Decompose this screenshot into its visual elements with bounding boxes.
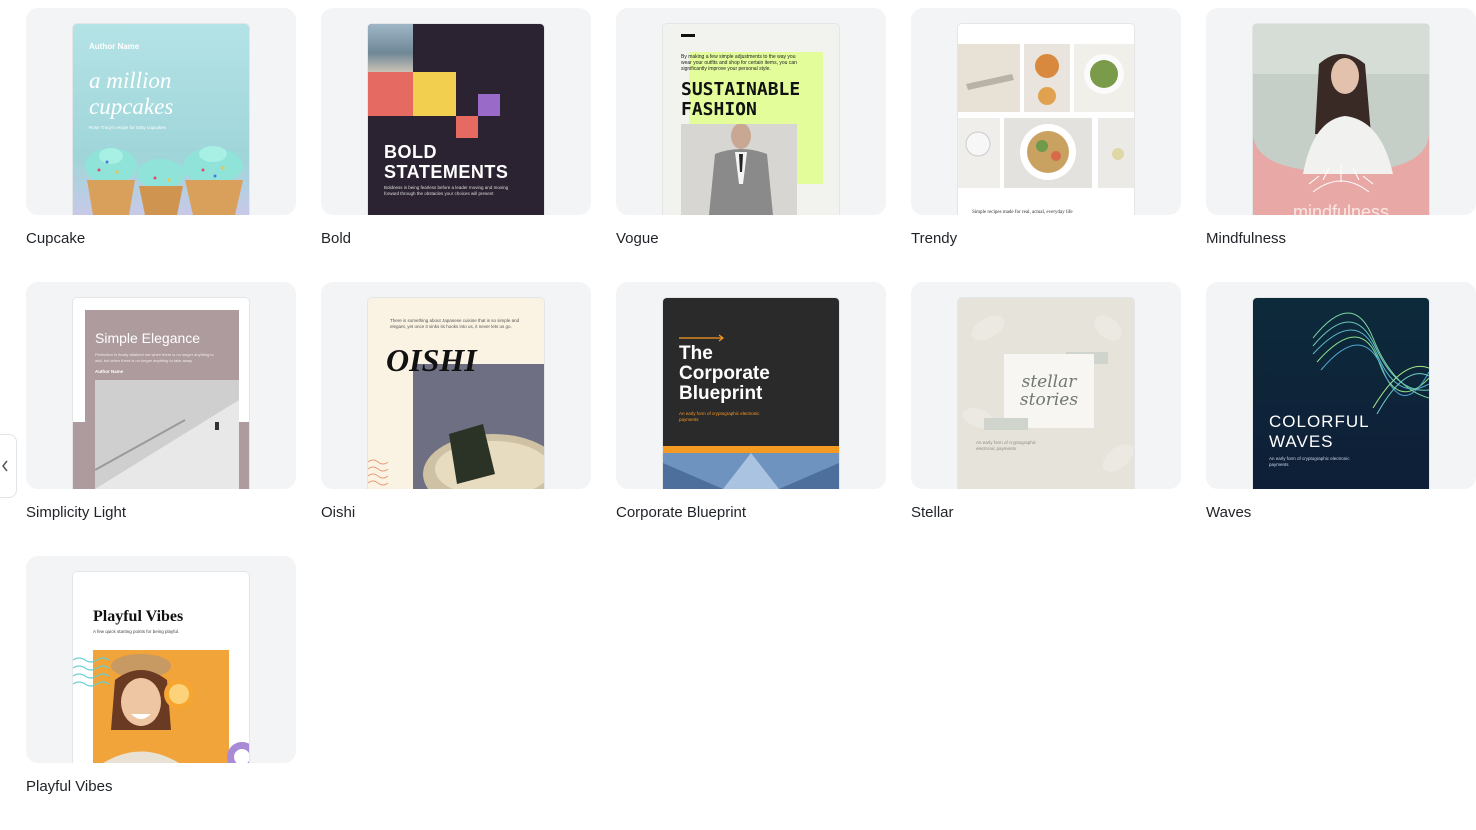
template-thumbnail[interactable]: The Corporate Blueprint An early form of…	[616, 282, 886, 489]
template-name: Vogue	[616, 230, 659, 247]
template-name: Playful Vibes	[26, 778, 113, 795]
template-name: Bold	[321, 230, 352, 247]
template-card-playful-vibes[interactable]: Playful Vibes A few quick starting point…	[26, 556, 296, 830]
template-name: Corporate Blueprint	[616, 504, 747, 521]
cover-subtitle: An early form of cryptographic electroni…	[679, 411, 760, 422]
cover-title-line1: SUSTAINABLE	[681, 79, 801, 100]
cover-title-line2: FASHION	[681, 99, 757, 120]
staircase-photo	[95, 380, 239, 489]
collapse-panel-button[interactable]	[0, 434, 17, 498]
template-name: Waves	[1206, 504, 1252, 521]
cover-title-line3: Blueprint	[679, 383, 763, 404]
cover-title-line2: Corporate	[679, 363, 770, 384]
stellar-cover: stellar stories An early form of cryptog…	[958, 298, 1134, 489]
dash-mark	[681, 34, 695, 37]
template-thumbnail[interactable]: Author Name a million cupcakes Rose Trac…	[26, 8, 296, 215]
bold-cover: BOLD STATEMENTS Boldness is being fearle…	[368, 24, 544, 215]
yoga-photo	[368, 24, 413, 72]
orange-stripe	[663, 446, 839, 453]
corporate-cover: The Corporate Blueprint An early form of…	[663, 298, 839, 489]
sage-bar-bottom	[984, 418, 1028, 430]
trendy-cover: Simple recipes made for real, actual, ev…	[958, 24, 1134, 215]
template-thumbnail[interactable]: Simple recipes made for real, actual, ev…	[911, 8, 1181, 215]
template-thumbnail[interactable]: mindfulness	[1206, 8, 1476, 215]
template-card-bold[interactable]: BOLD STATEMENTS Boldness is being fearle…	[321, 8, 591, 282]
template-card-trendy[interactable]: Simple recipes made for real, actual, ev…	[911, 8, 1181, 282]
cover-intro: By making a few simple adjustments to th…	[681, 54, 797, 73]
cover-intro: There is something about Japanese cuisin…	[390, 318, 520, 329]
purple-corner	[227, 742, 249, 763]
template-card-oishi[interactable]: There is something about Japanese cuisin…	[321, 282, 591, 556]
cover-title-line1: stellar	[1021, 372, 1077, 392]
cover-title-line1: BOLD	[384, 142, 437, 162]
template-thumbnail[interactable]: Playful Vibes A few quick starting point…	[26, 556, 296, 763]
yellow-block	[413, 72, 456, 116]
squiggle-pattern	[73, 657, 109, 687]
template-thumbnail[interactable]: By making a few simple adjustments to th…	[616, 8, 886, 215]
template-card-corporate-blueprint[interactable]: The Corporate Blueprint An early form of…	[616, 282, 886, 556]
cover-subtitle: Rose Tracy's recipe for tasty cupcakes	[89, 125, 166, 130]
playful-cover: Playful Vibes A few quick starting point…	[73, 572, 249, 763]
cover-title: Playful Vibes	[93, 608, 184, 625]
cover-title-line1: The	[679, 343, 713, 364]
cover-caption: Simple recipes made for real, actual, ev…	[972, 210, 1073, 215]
cover-title-line1: COLORFUL	[1269, 412, 1370, 431]
template-thumbnail[interactable]: There is something about Japanese cuisin…	[321, 282, 591, 489]
template-name: Cupcake	[26, 230, 86, 247]
model-photo	[681, 124, 797, 215]
template-thumbnail[interactable]: stellar stories An early form of cryptog…	[911, 282, 1181, 489]
woman-orange-photo	[93, 650, 229, 763]
waves-cover: COLORFUL WAVES An early form of cryptogr…	[1253, 298, 1429, 489]
cover-title-line2: WAVES	[1269, 432, 1334, 451]
coral-block	[368, 72, 413, 116]
template-name: Trendy	[911, 230, 958, 247]
arrow-line	[679, 334, 724, 342]
template-name: Simplicity Light	[26, 504, 127, 521]
template-thumbnail[interactable]: Simple Elegance Perfection is finally at…	[26, 282, 296, 489]
vogue-cover: By making a few simple adjustments to th…	[663, 24, 839, 215]
oishi-cover: There is something about Japanese cuisin…	[368, 298, 544, 489]
woman-photo	[1253, 24, 1429, 193]
template-thumbnail[interactable]: COLORFUL WAVES An early form of cryptogr…	[1206, 282, 1476, 489]
food-collage	[958, 44, 1134, 188]
template-name: Mindfulness	[1206, 230, 1287, 247]
simplicity-cover: Simple Elegance Perfection is finally at…	[73, 298, 249, 489]
cover-body: Perfection is finally attained not when …	[95, 352, 214, 363]
template-name: Stellar	[911, 504, 954, 521]
template-card-simplicity-light[interactable]: Simple Elegance Perfection is finally at…	[26, 282, 296, 556]
red-block	[456, 116, 478, 138]
template-name: Oishi	[321, 504, 356, 521]
cover-title-line2: cupcakes	[89, 94, 174, 119]
cover-author: Author Name	[89, 42, 140, 51]
cover-subtitle: An early form of cryptographic electroni…	[976, 440, 1037, 451]
cupcake-image	[85, 146, 243, 215]
template-card-stellar[interactable]: stellar stories An early form of cryptog…	[911, 282, 1181, 556]
template-card-cupcake[interactable]: Author Name a million cupcakes Rose Trac…	[26, 8, 296, 282]
template-card-waves[interactable]: COLORFUL WAVES An early form of cryptogr…	[1206, 282, 1476, 556]
cover-title-line2: STATEMENTS	[384, 162, 509, 182]
cover-title: mindfulness	[1292, 202, 1390, 215]
template-thumbnail[interactable]: BOLD STATEMENTS Boldness is being fearle…	[321, 8, 591, 215]
cover-title: OISHI	[386, 342, 477, 378]
cover-author: Author Name	[95, 369, 124, 374]
cover-subtitle: A few quick starting points for being pl…	[93, 629, 180, 634]
wave-pattern	[368, 459, 389, 486]
chevron-left-icon	[2, 460, 8, 472]
cover-title: Simple Elegance	[95, 330, 201, 346]
ramen-photo	[413, 364, 544, 489]
template-card-mindfulness[interactable]: mindfulness Mindfulness	[1206, 8, 1476, 282]
cover-title-line2: stories	[1019, 390, 1079, 410]
template-grid: Author Name a million cupcakes Rose Trac…	[26, 8, 1476, 830]
cupcake-cover: Author Name a million cupcakes Rose Trac…	[73, 24, 249, 215]
cover-body: Boldness is being fearless before a lead…	[384, 185, 509, 196]
building-photo	[663, 453, 839, 489]
cover-title-line1: a million	[89, 68, 172, 93]
purple-block	[478, 94, 500, 116]
cover-subtitle: An early form of cryptographic electroni…	[1269, 456, 1350, 467]
mindfulness-cover: mindfulness	[1253, 24, 1429, 215]
template-card-vogue[interactable]: By making a few simple adjustments to th…	[616, 8, 886, 282]
